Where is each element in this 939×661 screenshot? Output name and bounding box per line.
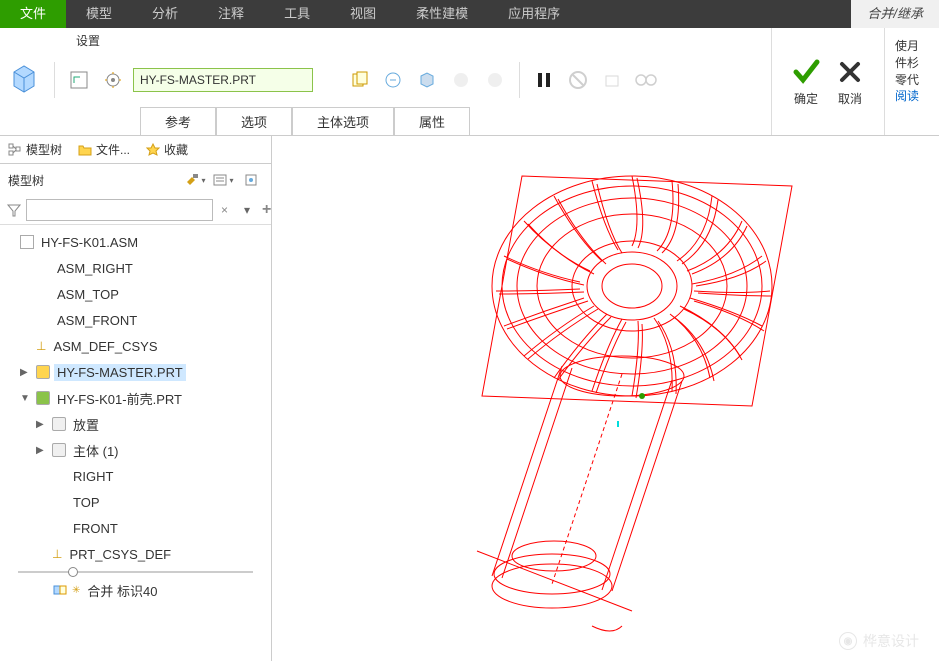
sidebar: 模型树 文件... 收藏 模型树 × ▾ + <box>0 136 272 661</box>
menubar: 文件 模型 分析 注释 工具 视图 柔性建模 应用程序 合并/继承 <box>0 0 939 28</box>
filter-input[interactable] <box>26 199 213 221</box>
menu-view[interactable]: 视图 <box>330 0 396 28</box>
plane-icon <box>52 471 66 481</box>
grayed-icon-2 <box>481 66 509 94</box>
tree-item-plane[interactable]: RIGHT <box>0 463 271 489</box>
part-green-icon <box>36 391 50 405</box>
merge-icon <box>52 582 68 598</box>
side-tab-favorites[interactable]: 收藏 <box>138 136 196 163</box>
cube-icon[interactable] <box>4 60 44 100</box>
check-icon <box>790 56 822 88</box>
filter-dropdown[interactable]: ▾ <box>240 203 254 217</box>
tree-slider[interactable] <box>18 571 253 573</box>
tab-properties[interactable]: 属性 <box>394 107 470 135</box>
folder-icon <box>52 443 66 457</box>
tree-item-merge[interactable]: ✳合并 标识40 <box>0 577 271 603</box>
pause-icon[interactable] <box>530 66 558 94</box>
menu-merge-inherit[interactable]: 合并/继承 <box>851 0 939 28</box>
gear-tool-icon[interactable] <box>99 66 127 94</box>
side-tab-files[interactable]: 文件... <box>70 136 138 163</box>
tree-item-shell-part[interactable]: ▼HY-FS-K01-前壳.PRT <box>0 385 271 411</box>
tree-item-csys[interactable]: ⊥ASM_DEF_CSYS <box>0 333 271 359</box>
plane-icon <box>36 315 50 325</box>
toggle-icon[interactable] <box>379 66 407 94</box>
plane-icon <box>52 497 66 507</box>
help-panel: 使月 件杉 零代 阅读 <box>884 28 939 135</box>
star-icon <box>146 143 160 157</box>
menu-app[interactable]: 应用程序 <box>488 0 580 28</box>
tree-item-plane[interactable]: FRONT <box>0 515 271 541</box>
tree-item-asm[interactable]: HY-FS-K01.ASM <box>0 229 271 255</box>
part-icon <box>36 365 50 379</box>
hammer-tool[interactable] <box>183 168 207 192</box>
wireframe-model <box>322 156 862 656</box>
cancel-button[interactable]: 取消 <box>834 56 866 107</box>
menu-model[interactable]: 模型 <box>66 0 132 28</box>
menu-flex[interactable]: 柔性建模 <box>396 0 488 28</box>
model-tree-label: 模型树 <box>8 172 54 189</box>
tree-item-plane[interactable]: ASM_TOP <box>0 281 271 307</box>
glasses-icon[interactable] <box>632 66 660 94</box>
menu-annotation[interactable]: 注释 <box>198 0 264 28</box>
folder-icon <box>78 143 92 157</box>
box-grayed-icon <box>598 66 626 94</box>
model-tree: HY-FS-K01.ASM ASM_RIGHT ASM_TOP ASM_FRON… <box>0 225 271 661</box>
tab-reference[interactable]: 参考 <box>140 107 216 135</box>
grayed-icon-1 <box>447 66 475 94</box>
plane-icon <box>36 263 50 273</box>
tab-body-options[interactable]: 主体选项 <box>292 107 394 135</box>
tree-item-master-part[interactable]: ▶HY-FS-MASTER.PRT <box>0 359 271 385</box>
tab-options[interactable]: 选项 <box>216 107 292 135</box>
tree-item-plane[interactable]: ASM_FRONT <box>0 307 271 333</box>
no-icon[interactable] <box>564 66 592 94</box>
filter-icon[interactable] <box>6 198 22 222</box>
viewport[interactable]: ◉ 桦意设计 <box>272 136 939 661</box>
plane-icon <box>52 523 66 533</box>
show-tool[interactable] <box>211 168 235 192</box>
read-link[interactable]: 阅读 <box>895 88 929 105</box>
csys-icon: ⊥ <box>36 339 46 353</box>
csys-icon: ⊥ <box>52 547 62 561</box>
clear-filter[interactable]: × <box>217 203 232 217</box>
menu-analysis[interactable]: 分析 <box>132 0 198 28</box>
wechat-icon: ◉ <box>839 632 857 650</box>
plane-icon <box>36 289 50 299</box>
ribbon: 设置 参考 选项 <box>0 28 939 136</box>
ribbon-tabs: 参考 选项 主体选项 属性 <box>140 107 771 135</box>
tree-item-body[interactable]: ▶主体 (1) <box>0 437 271 463</box>
side-tab-model-tree[interactable]: 模型树 <box>0 136 70 163</box>
confirm-button[interactable]: 确定 <box>790 56 822 107</box>
menu-tools[interactable]: 工具 <box>264 0 330 28</box>
tree-item-plane[interactable]: TOP <box>0 489 271 515</box>
tree-item-placement[interactable]: ▶放置 <box>0 411 271 437</box>
menu-file[interactable]: 文件 <box>0 0 66 28</box>
x-icon <box>834 56 866 88</box>
settings-tool[interactable] <box>239 168 263 192</box>
csys-tool-icon[interactable] <box>65 66 93 94</box>
tree-item-csys[interactable]: ⊥PRT_CSYS_DEF <box>0 541 271 567</box>
copy-icon[interactable] <box>345 66 373 94</box>
folder-icon <box>52 417 66 431</box>
tree-item-plane[interactable]: ASM_RIGHT <box>0 255 271 281</box>
settings-label: 设置 <box>0 28 771 53</box>
box-icon[interactable] <box>413 66 441 94</box>
filename-input[interactable] <box>133 68 313 92</box>
watermark: ◉ 桦意设计 <box>839 631 919 651</box>
asm-icon <box>20 235 34 249</box>
tree-icon <box>8 143 22 157</box>
